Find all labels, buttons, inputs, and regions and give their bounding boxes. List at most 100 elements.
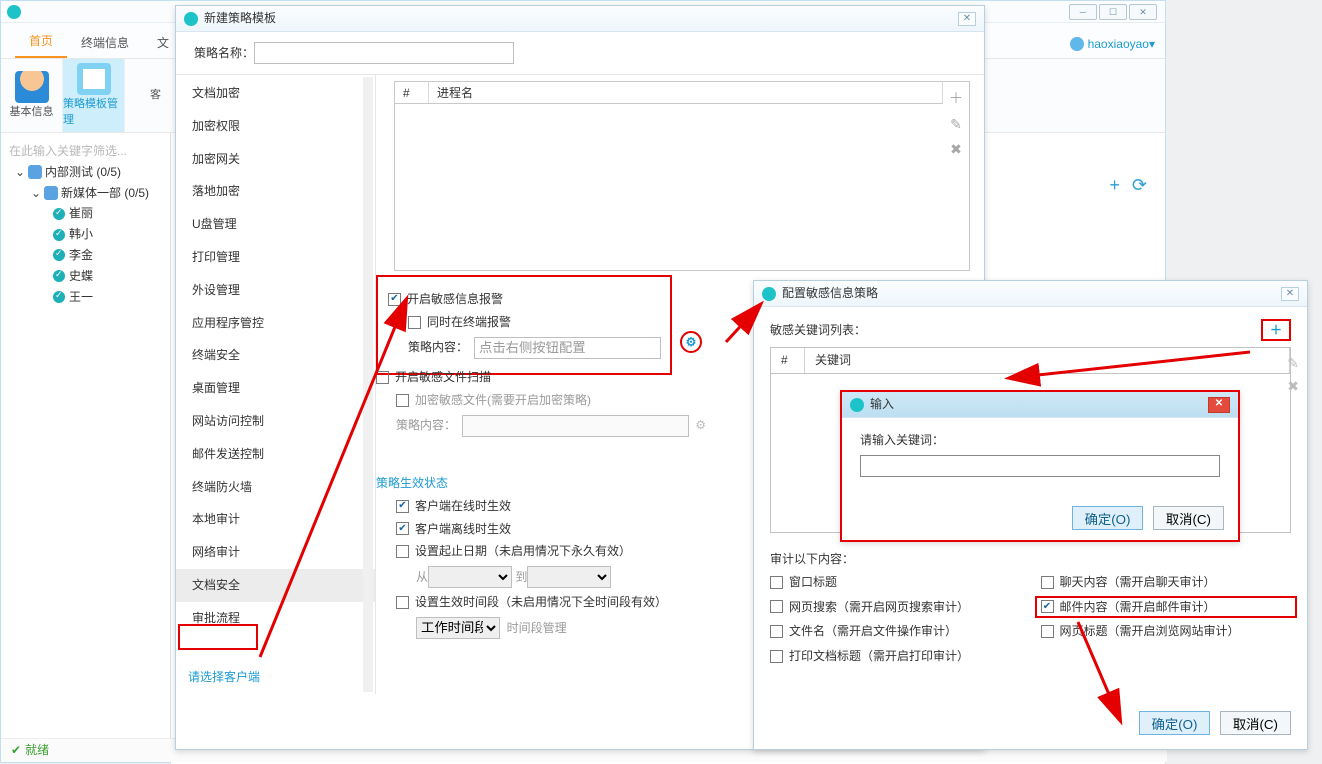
dialog-close-button[interactable]: ✕ (1208, 397, 1230, 413)
tree-group[interactable]: ⌄ 新媒体一部 (0/5) (5, 183, 166, 204)
input-prompt: 请输入关键词： (860, 432, 1220, 449)
min-button[interactable]: ─ (1069, 4, 1097, 20)
nav-item[interactable]: 文档加密 (176, 77, 375, 110)
table-delete-icon[interactable]: ✖ (950, 140, 962, 160)
audit-print-title-checkbox[interactable] (770, 650, 783, 663)
nav-item[interactable]: 加密权限 (176, 110, 375, 143)
add-button[interactable]: + (1109, 173, 1120, 198)
nav-item[interactable]: 应用程序管控 (176, 307, 375, 340)
table-add-icon[interactable]: ＋ (949, 89, 963, 109)
nav-item[interactable]: 外设管理 (176, 274, 375, 307)
online-effect-checkbox[interactable] (396, 500, 409, 513)
org-tree: 在此输入关键字筛选... ⌄ 内部测试 (0/5) ⌄ 新媒体一部 (0/5) … (1, 133, 171, 764)
tab-home[interactable]: 首页 (15, 27, 67, 58)
audit-web-search-checkbox[interactable] (770, 600, 783, 613)
tree-search-input[interactable]: 在此输入关键字筛选... (5, 141, 166, 162)
col-keyword: 关键词 (805, 348, 1290, 373)
ribbon-policy-template[interactable]: 策略模板管理 (63, 59, 125, 132)
set-time-checkbox[interactable] (396, 596, 409, 609)
online-icon (53, 291, 65, 303)
to-date-select[interactable] (527, 566, 611, 588)
tree-user-2[interactable]: 李金 (5, 245, 166, 266)
close-button[interactable]: ✕ (1129, 4, 1157, 20)
dialog-titlebar[interactable]: 配置敏感信息策略 ✕ (754, 281, 1307, 307)
nav-item[interactable]: 邮件发送控制 (176, 438, 375, 471)
also-terminal-checkbox[interactable] (408, 316, 421, 329)
keyword-input[interactable] (860, 455, 1220, 477)
scan-content-input (462, 415, 689, 437)
tree-user-1[interactable]: 韩小 (5, 224, 166, 245)
nav-item[interactable]: 加密网关 (176, 143, 375, 176)
table-edit-icon[interactable]: ✎ (950, 115, 962, 135)
nav-item[interactable]: 落地加密 (176, 175, 375, 208)
tree-user-4[interactable]: 王一 (5, 287, 166, 308)
add-keyword-button[interactable]: ＋ (1261, 319, 1291, 341)
nav-item[interactable]: 桌面管理 (176, 372, 375, 405)
cancel-button[interactable]: 取消(C) (1153, 506, 1224, 530)
tree-user-0[interactable]: 崔丽 (5, 203, 166, 224)
keyword-list-label: 敏感关键词列表： (770, 322, 866, 339)
audit-options: 窗口标题 聊天内容（需开启聊天审计） 网页搜索（需开启网页搜索审计） 邮件内容（… (770, 574, 1291, 665)
input-keyword-dialog: 输入 ✕ 请输入关键词： 确定(O) 取消(C) (840, 390, 1240, 542)
offline-effect-checkbox[interactable] (396, 522, 409, 535)
table-edit-icon[interactable]: ✎ (1287, 354, 1299, 374)
collapse-icon[interactable]: ⌄ (15, 164, 25, 181)
nav-item[interactable]: 网络审计 (176, 536, 375, 569)
nav-item[interactable]: 本地审计 (176, 503, 375, 536)
cancel-button[interactable]: 取消(C) (1220, 711, 1291, 735)
dialog-close-button[interactable]: ✕ (1281, 287, 1299, 301)
ribbon-basic-info[interactable]: 基本信息 (1, 59, 63, 132)
audit-chat-checkbox[interactable] (1041, 576, 1054, 589)
max-button[interactable]: ☐ (1099, 4, 1127, 20)
tab-terminal-info[interactable]: 终端信息 (67, 29, 143, 58)
encrypt-file-checkbox[interactable] (396, 394, 409, 407)
tree-user-3[interactable]: 史蝶 (5, 266, 166, 287)
set-date-checkbox[interactable] (396, 545, 409, 558)
online-icon (53, 270, 65, 282)
audit-filename-checkbox[interactable] (770, 625, 783, 638)
ok-button[interactable]: 确定(O) (1072, 506, 1144, 530)
time-range-select[interactable]: 工作时间段 (416, 617, 500, 639)
effect-title: 策略生效状态 (376, 475, 796, 492)
ok-button[interactable]: 确定(O) (1139, 711, 1211, 735)
online-icon (53, 249, 65, 261)
alert-content-input[interactable] (474, 337, 661, 359)
policy-name-input[interactable] (254, 42, 514, 64)
tree-root[interactable]: ⌄ 内部测试 (0/5) (5, 162, 166, 183)
dialog-titlebar[interactable]: 新建策略模板 ✕ (176, 6, 984, 32)
nav-item[interactable]: 终端防火墙 (176, 471, 375, 504)
refresh-button[interactable]: ⟳ (1132, 173, 1147, 198)
enable-scan-checkbox[interactable] (376, 371, 389, 384)
dialog-logo-icon (762, 287, 776, 301)
col-proc-name: 进程名 (429, 82, 943, 103)
ready-check-icon: ✔ (11, 742, 21, 759)
caret-down-icon: ▾ (1149, 36, 1155, 53)
nav-item[interactable]: U盘管理 (176, 208, 375, 241)
audit-window-title-checkbox[interactable] (770, 576, 783, 589)
from-date-select[interactable] (428, 566, 512, 588)
nav-item-doc-security[interactable]: 文档安全 (176, 569, 375, 602)
select-client-link[interactable]: 请选择客户端 (188, 669, 260, 686)
nav-scrollbar[interactable] (363, 77, 373, 692)
col-index: # (395, 82, 429, 103)
user-avatar-icon (1070, 37, 1084, 51)
audit-web-title-checkbox[interactable] (1041, 625, 1054, 638)
dialog-close-button[interactable]: ✕ (958, 12, 976, 26)
nav-item[interactable]: 终端安全 (176, 339, 375, 372)
configure-alert-gear-icon[interactable]: ⚙ (680, 331, 702, 353)
table-delete-icon[interactable]: ✖ (1287, 377, 1299, 397)
dialog-logo-icon (850, 398, 864, 412)
user-menu[interactable]: haoxiaoyao ▾ (1070, 33, 1155, 55)
dialog-titlebar[interactable]: 输入 ✕ (842, 392, 1238, 418)
enable-alert-checkbox[interactable] (388, 293, 401, 306)
collapse-icon[interactable]: ⌄ (31, 185, 41, 202)
dialog-title: 配置敏感信息策略 (782, 285, 878, 302)
group-icon (28, 165, 42, 179)
nav-item[interactable]: 打印管理 (176, 241, 375, 274)
nav-item[interactable]: 网站访问控制 (176, 405, 375, 438)
col-index: # (771, 348, 805, 373)
audit-mail-content-checkbox[interactable] (1041, 600, 1054, 613)
gear-icon[interactable]: ⚙ (695, 417, 706, 434)
dialog-logo-icon (184, 12, 198, 26)
clipboard-icon (77, 63, 111, 95)
